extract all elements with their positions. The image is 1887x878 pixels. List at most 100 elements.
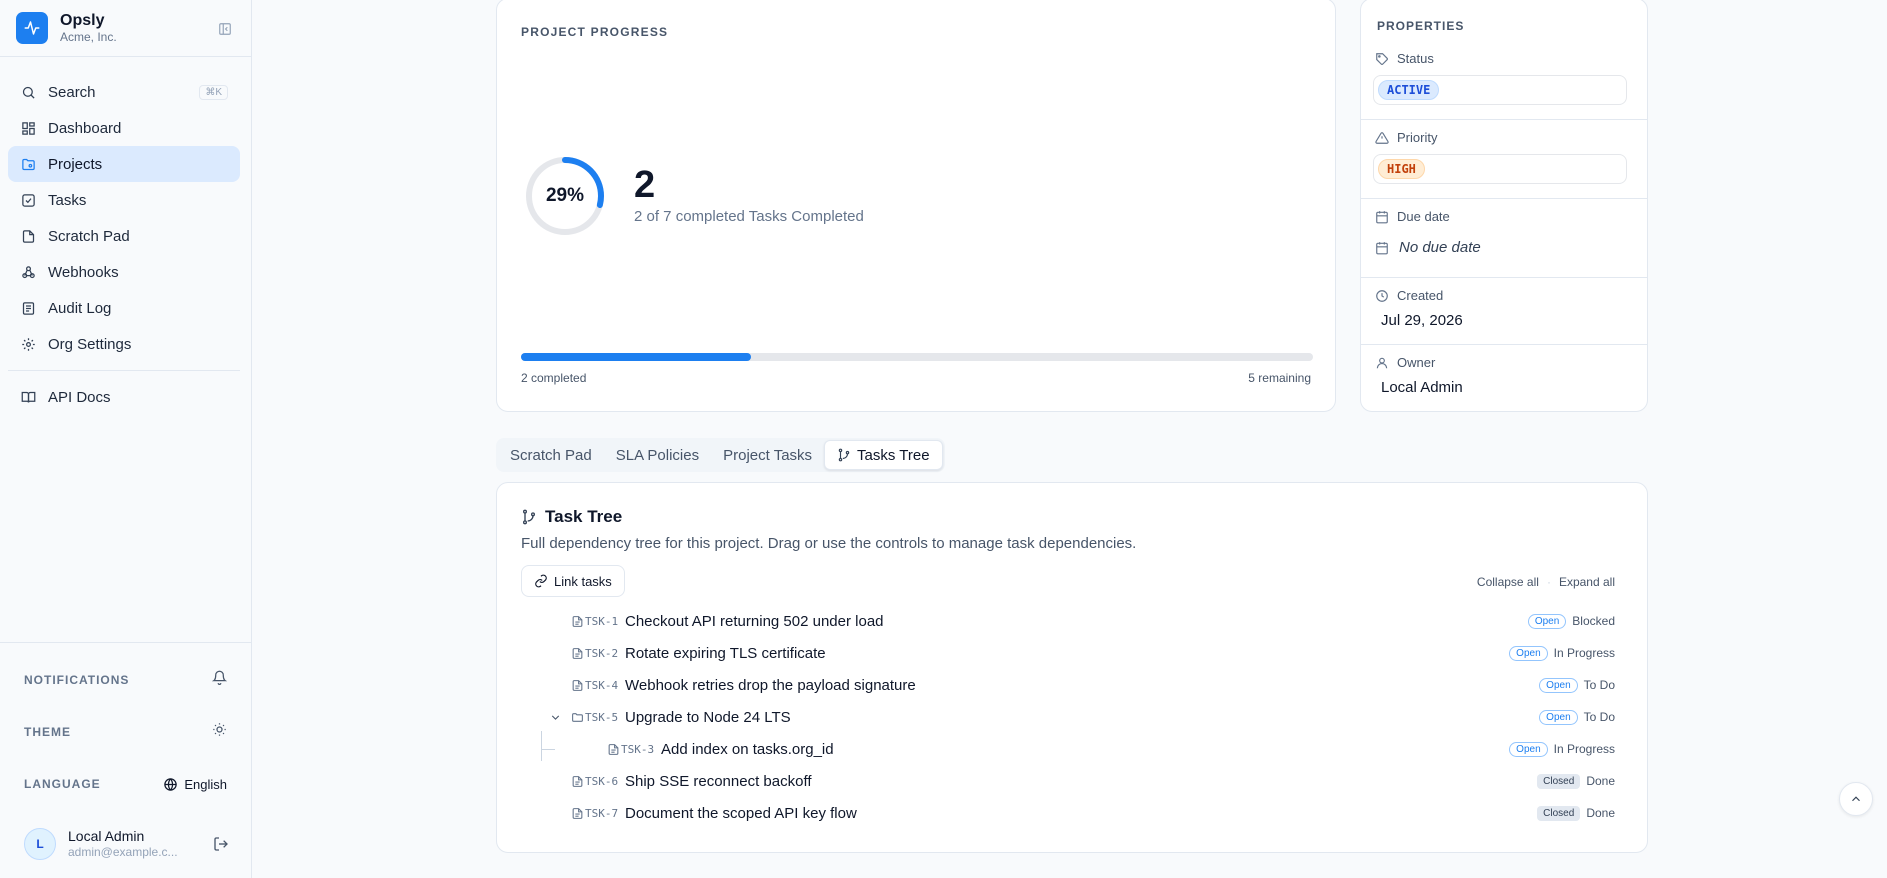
file-icon [569,613,585,629]
created-value: Jul 29, 2026 [1381,312,1463,329]
bell-icon[interactable] [211,670,228,690]
task-title[interactable]: Ship SSE reconnect backoff [625,773,812,790]
completed-count: 2 [634,164,656,206]
file-icon [569,645,585,661]
project-progress-card: PROJECT PROGRESS 29% 2 2 of 7 completed … [496,0,1336,412]
brand-org: Acme, Inc. [60,30,117,45]
task-title[interactable]: Checkout API returning 502 under load [625,613,884,630]
tree-row[interactable]: TSK-6 Ship SSE reconnect backoff Closed Don… [497,765,1647,797]
status-text: In Progress [1553,646,1615,660]
tree-row[interactable]: TSK-3 Add index on tasks.org_id Open In Pro… [497,733,1647,765]
link-tasks-button[interactable]: Link tasks [521,565,625,597]
git-branch-icon [523,509,535,525]
expand-all-button[interactable]: Expand all [1559,575,1615,589]
sidebar-item-audit-log[interactable]: Audit Log [8,290,240,326]
controls-separator: · [1546,575,1551,589]
priority-label-text: Priority [1397,130,1438,145]
sidebar-search[interactable]: Search ⌘K [8,74,240,110]
sidebar-item-scratch-pad[interactable]: Scratch Pad [8,218,240,254]
task-title[interactable]: Webhook retries drop the payload signatu… [625,677,916,694]
sidebar-item-label: Audit Log [48,299,112,317]
priority-select[interactable]: HIGH [1373,154,1627,184]
calendar-icon [1376,241,1388,254]
sidebar-item-webhooks[interactable]: Webhooks [8,254,240,290]
state-badge: Open [1527,613,1567,629]
created-label: Created [1375,288,1443,303]
status-badge: ACTIVE [1378,80,1440,100]
tab-sla-policies[interactable]: SLA Policies [604,440,711,470]
sidebar-item-dashboard[interactable]: Dashboard [8,110,240,146]
state-badge: Open [1509,645,1548,661]
notifications-row: NOTIFICATIONS [24,668,228,692]
file-icon [605,741,621,757]
task-title[interactable]: Document the scoped API key flow [625,805,857,822]
gear-icon [20,336,36,352]
git-branch-icon [838,448,850,462]
task-status: Open To Do [1539,709,1615,725]
language-row: LANGUAGE English [24,772,227,796]
tab-project-tasks[interactable]: Project Tasks [711,440,824,470]
task-key: TSK-1 [585,614,619,628]
avatar: L [24,828,56,860]
tab-tasks-tree[interactable]: Tasks Tree [824,440,943,470]
book-icon [20,389,36,405]
task-tree-description: Full dependency tree for this project. D… [521,535,1137,552]
theme-label: THEME [24,725,71,739]
tree-row[interactable]: TSK-7 Document the scoped API key flow Clo… [497,797,1647,829]
task-title[interactable]: Upgrade to Node 24 LTS [625,709,791,726]
task-status: Closed Done [1537,773,1615,789]
progress-bar [521,353,1313,361]
progress-summary: 2 of 7 completed Tasks Completed [634,208,864,225]
task-key: TSK-2 [585,646,619,660]
globe-icon [164,777,178,791]
created-label-text: Created [1397,288,1444,303]
task-status: Open In Progress [1509,741,1615,757]
task-title[interactable]: Rotate expiring TLS certificate [625,645,826,662]
remaining-label: 5 remaining [1248,371,1311,385]
sun-icon[interactable] [212,722,227,742]
task-tree-card: Task Tree Full dependency tree for this … [496,482,1648,853]
activity-logo-icon [16,12,48,44]
sidebar-item-org-settings[interactable]: Org Settings [8,326,240,362]
sidebar-divider [0,56,251,57]
audit-icon [20,300,36,316]
tree-row[interactable]: TSK-4 Webhook retries drop the payload si… [497,669,1647,701]
task-status: Closed Done [1537,805,1615,821]
task-key: TSK-6 [585,774,619,788]
sidebar-collapse-icon[interactable] [214,18,236,40]
search-icon [20,84,36,100]
scroll-to-top-button[interactable] [1839,782,1873,816]
brand: Opsly Acme, Inc. [16,10,236,46]
state-badge: Closed [1537,805,1581,821]
brand-name: Opsly [60,11,105,29]
due-date-picker[interactable]: No due date [1375,239,1481,256]
chevron-down-icon[interactable] [547,709,563,725]
collapse-all-button[interactable]: Collapse all [1477,575,1539,589]
completed-label: 2 completed [521,371,587,385]
status-label-text: Status [1397,51,1434,66]
state-badge: Closed [1537,773,1581,789]
sidebar-item-projects[interactable]: Projects [8,146,240,182]
task-status: Open To Do [1539,677,1615,693]
status-select[interactable]: ACTIVE [1373,75,1627,105]
language-select[interactable]: English [163,777,227,792]
project-tabs: Scratch Pad SLA Policies Project Tasks T… [496,438,945,472]
prop-divider [1361,277,1647,278]
tree-connector [541,749,555,750]
status-text: Blocked [1572,614,1615,628]
task-key: TSK-4 [585,678,619,692]
logout-icon[interactable] [211,834,231,854]
file-icon [569,773,585,789]
task-key: TSK-5 [585,710,619,724]
sidebar-item-label: Webhooks [48,263,119,281]
tree-row[interactable]: TSK-1 Checkout API returning 502 under lo… [497,605,1647,637]
sidebar-item-tasks[interactable]: Tasks [8,182,240,218]
tab-scratch-pad[interactable]: Scratch Pad [498,440,604,470]
tree-row[interactable]: TSK-5 Upgrade to Node 24 LTS Open To Do [497,701,1647,733]
state-badge: Open [1539,709,1578,725]
due-date-value: No due date [1399,239,1481,256]
sidebar-item-api-docs[interactable]: API Docs [8,379,240,415]
language-value: English [184,776,227,792]
tree-row[interactable]: TSK-2 Rotate expiring TLS certificate Open… [497,637,1647,669]
task-title[interactable]: Add index on tasks.org_id [661,741,834,758]
